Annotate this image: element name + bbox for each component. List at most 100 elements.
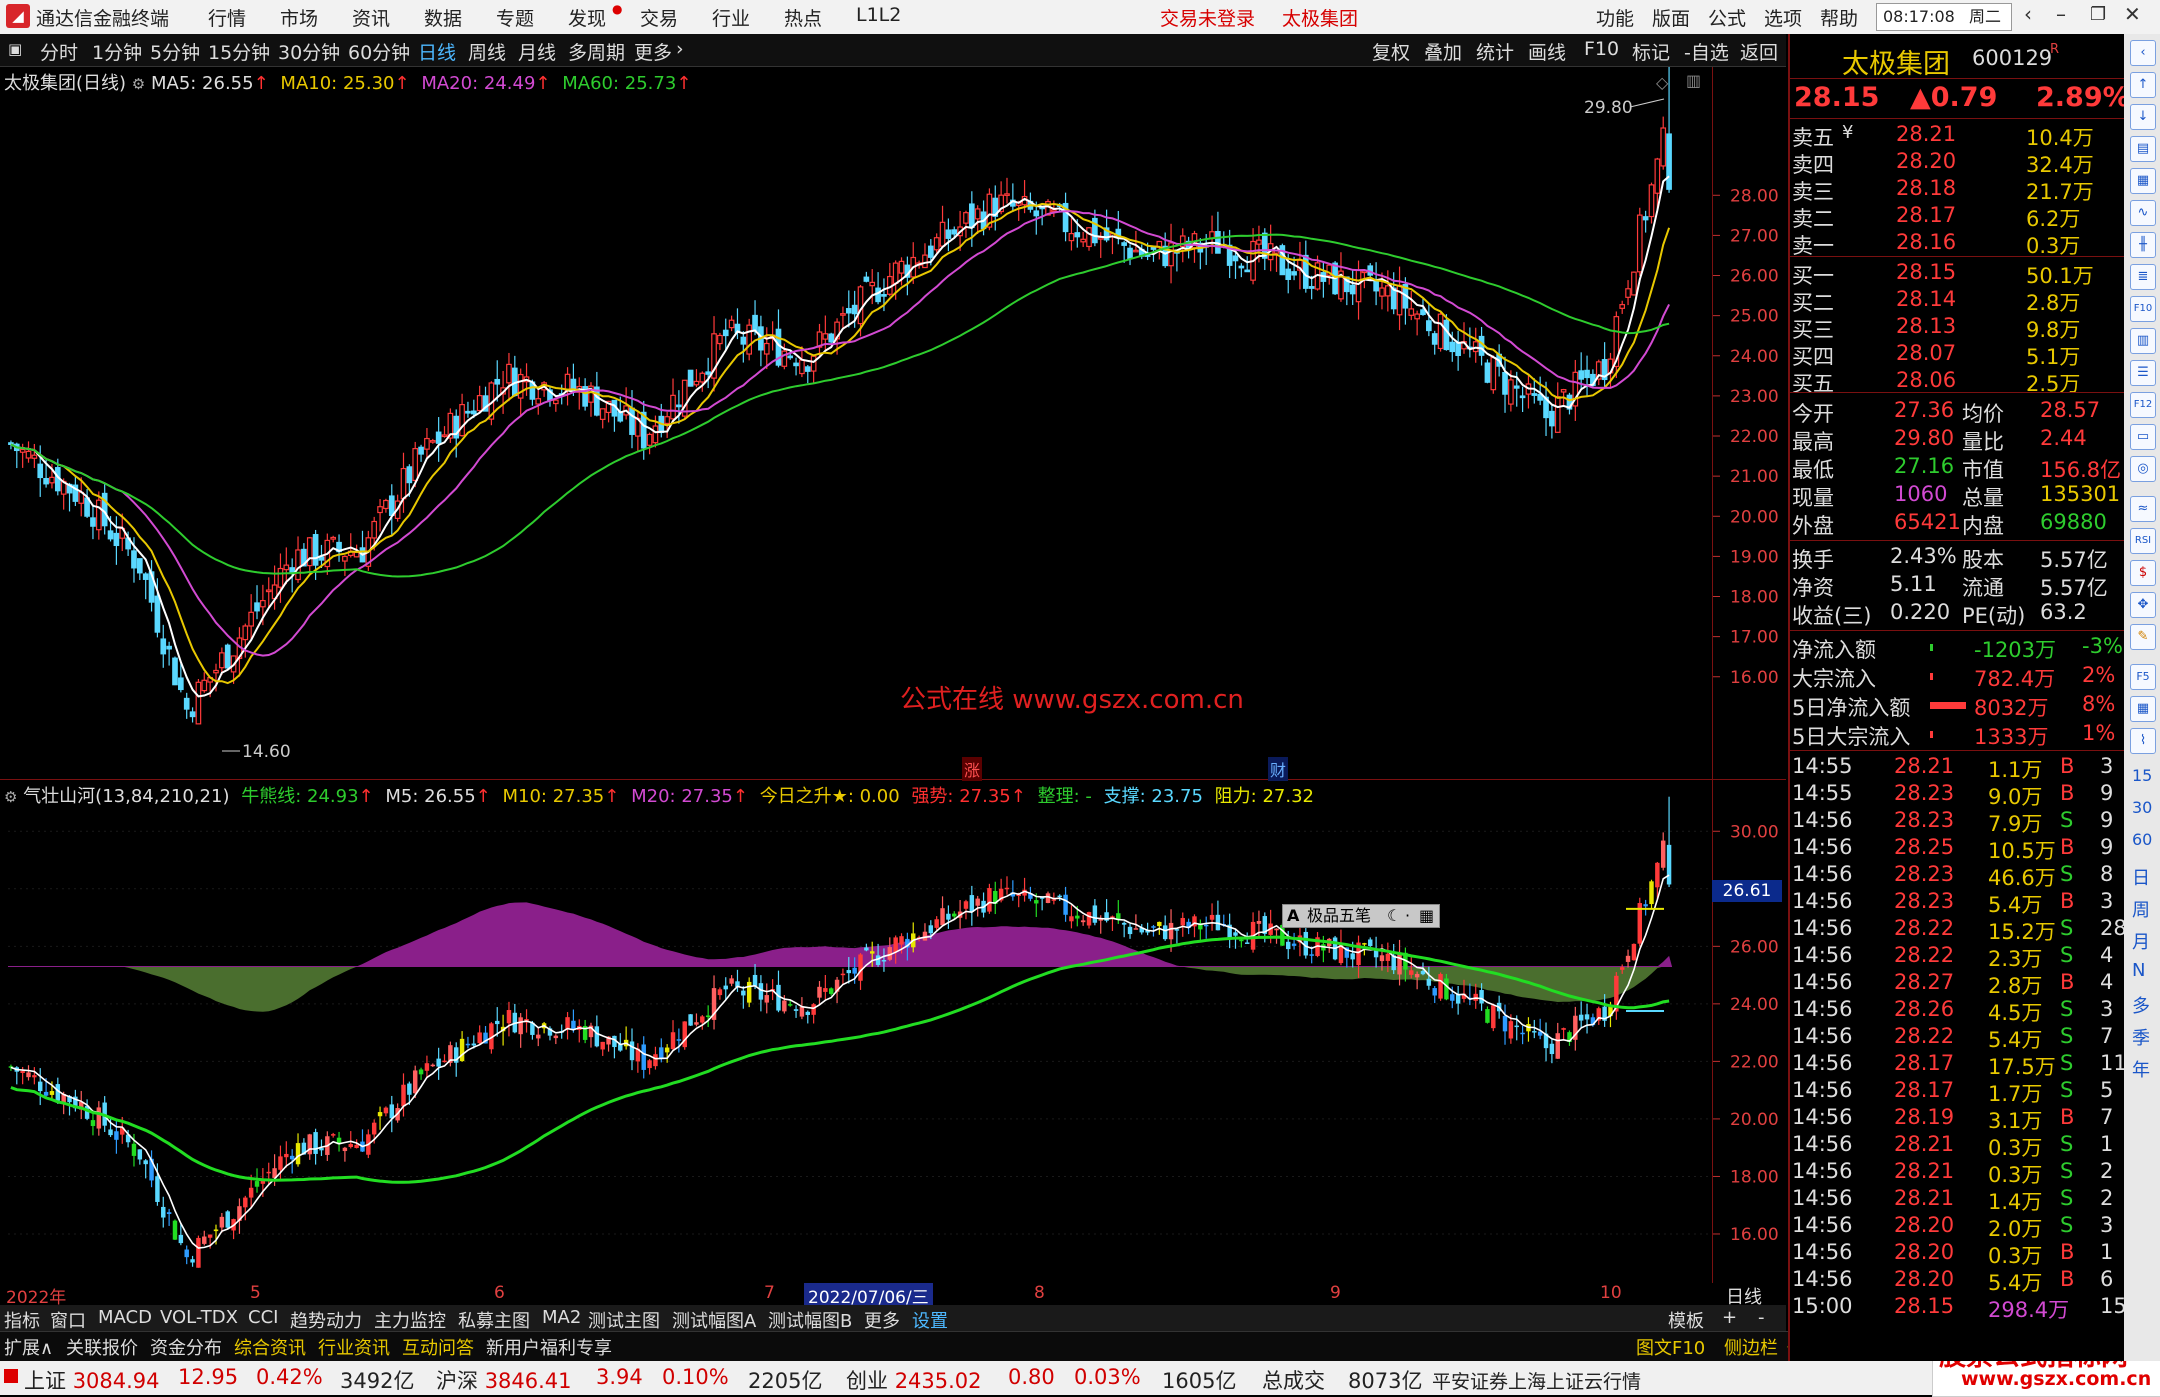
bid-row[interactable]: 买三 28.13 9.8万 [1790,314,2126,342]
line-chart-icon[interactable]: ∿ [2130,200,2156,226]
table-icon[interactable]: ▦ [2130,168,2156,194]
menu-shichang[interactable]: 市场 [280,4,318,31]
circle-icon[interactable]: ◎ [2130,456,2156,482]
tab-simu[interactable]: 私募主图 [458,1307,530,1333]
tab-f10[interactable]: 图文F10 [1636,1334,1705,1360]
ask-row[interactable]: 卖二 28.17 6.2万 [1790,203,2126,231]
period-15min[interactable]: 15分钟 [208,38,270,65]
tab-newuser[interactable]: 新用户福利专享 [486,1334,612,1360]
tab-chuangkou[interactable]: 窗口 [50,1307,86,1333]
tick-row[interactable]: 14:56 28.22 2.3万 S 4 [1790,943,2126,971]
down-arrow-icon[interactable]: ↓ [2130,104,2156,130]
menu-jiaoyi[interactable]: 交易 [640,4,678,31]
ime-moon-icon[interactable]: ☾ [1387,905,1401,927]
tab-zonghe[interactable]: 综合资讯 [234,1334,306,1360]
dollar-icon[interactable]: $ [2130,560,2156,586]
bid-row[interactable]: 买一 28.15 50.1万 [1790,260,2126,288]
btn-fanhui[interactable]: 返回 [1740,38,1778,65]
tick-row[interactable]: 14:56 28.19 3.1万 B 7 [1790,1105,2126,1133]
flow-row[interactable]: 净流入额 -1203万 -3% [1790,634,2126,662]
strip-yue[interactable]: 月 [2132,928,2150,954]
tick-row[interactable]: 14:56 28.21 0.3万 S 2 [1790,1159,2126,1187]
menu-redian[interactable]: 热点 [784,4,822,31]
pencil-icon[interactable]: ✎ [2130,624,2156,650]
tab-ceshi-main[interactable]: 测试主图 [588,1307,660,1333]
strip-15[interactable]: 15 [2132,766,2152,785]
wave-icon[interactable]: ≈ [2130,496,2156,522]
tab-zhuli[interactable]: 主力监控 [374,1307,446,1333]
period-5min[interactable]: 5分钟 [150,38,200,65]
tab-ceshi-b[interactable]: 测试幅图B [768,1307,852,1333]
tick-row[interactable]: 14:56 28.23 7.9万 S 9 [1790,808,2126,836]
tick-row[interactable]: 14:55 28.23 9.0万 B 9 [1790,781,2126,809]
btn-huaxian[interactable]: 画线 [1528,38,1566,65]
trade-status[interactable]: 交易未登录 [1160,4,1255,31]
menu-banmian[interactable]: 版面 [1652,4,1690,31]
period-more[interactable]: 更多 [634,38,672,65]
close-icon[interactable]: ✕ [2124,2,2141,26]
f10-icon[interactable]: F10 [2130,296,2156,322]
stat-row[interactable]: 换手 2.43% 股本 5.57亿 [1790,544,2126,572]
tick-row[interactable]: 14:56 28.22 5.4万 S 7 [1790,1024,2126,1052]
tick-row[interactable]: 14:56 28.21 0.3万 S 1 [1790,1132,2126,1160]
stat-row[interactable]: 最高 29.80 量比 2.44 [1790,426,2126,454]
grid-icon[interactable]: ▥ [2130,328,2156,354]
period-1min[interactable]: 1分钟 [92,38,142,65]
tab-ceshi-a[interactable]: 测试幅图A [672,1307,756,1333]
menu-bangzhu[interactable]: 帮助 [1820,4,1858,31]
tick-row[interactable]: 14:56 28.17 17.5万 S 11 [1790,1051,2127,1079]
tab-hangye[interactable]: 行业资讯 [318,1334,390,1360]
bid-row[interactable]: 买五 28.06 2.5万 [1790,368,2126,396]
tab-remove[interactable]: - [1758,1307,1765,1328]
stat-row[interactable]: 现量 1060 总量 135301 [1790,482,2126,510]
tick-row[interactable]: 14:56 28.23 46.6万 S 8 [1790,862,2126,890]
tab-kuozhan[interactable]: 扩展∧ [4,1334,53,1360]
tab-more[interactable]: 更多 [864,1307,900,1333]
period-weekly[interactable]: 周线 [468,38,506,65]
period-fenshi[interactable]: 分时 [40,38,78,65]
event-cai-marker[interactable]: 财 [1268,757,1289,781]
menu-zhuanti[interactable]: 专题 [496,4,534,31]
tab-cci[interactable]: CCI [248,1307,278,1328]
btn-tongji[interactable]: 统计 [1476,38,1514,65]
kline-icon[interactable]: ╫ [2130,232,2156,258]
tick-row[interactable]: 14:56 28.25 10.5万 B 9 [1790,835,2126,863]
strip-60[interactable]: 60 [2132,830,2152,849]
tick-row[interactable]: 14:56 28.27 2.8万 B 4 [1790,970,2126,998]
f12-icon[interactable]: F12 [2130,392,2156,418]
candlestick-chart[interactable]: 28.00 27.00 26.00 25.00 24.00 23.00 22.00 21.00… [0,67,1786,779]
btn-diejia[interactable]: 叠加 [1424,38,1462,65]
chevron-right-icon[interactable]: › [676,38,684,60]
strip-30[interactable]: 30 [2132,798,2152,817]
flow-row[interactable]: 5日大宗流入 1333万 1% [1790,721,2126,749]
tab-settings[interactable]: 设置 [912,1307,948,1333]
strip-n[interactable]: N [2132,960,2145,981]
doc-icon[interactable]: ▭ [2130,424,2156,450]
period-30min[interactable]: 30分钟 [278,38,340,65]
toggle-panel-icon[interactable]: ▣ [8,40,22,58]
tab-guanlian[interactable]: 关联报价 [66,1334,138,1360]
stat-row[interactable]: 收益(三) 0.220 PE(动) 63.2 [1790,600,2126,628]
minute-chart-icon[interactable]: ⌇ [2130,728,2156,754]
bid-row[interactable]: 买二 28.14 2.8万 [1790,287,2126,315]
tick-row[interactable]: 14:56 28.20 2.0万 S 3 [1790,1213,2126,1241]
tick-row[interactable]: 14:56 28.23 5.4万 B 3 [1790,889,2126,917]
period-multi[interactable]: 多周期 [568,38,625,65]
ime-toolbar[interactable]: A 极品五笔 ☾ · ▦ [1282,904,1440,928]
menu-gongshi[interactable]: 公式 [1708,4,1746,31]
tab-vol[interactable]: VOL-TDX [160,1307,238,1328]
tab-zhibiao[interactable]: 指标 [4,1307,40,1333]
btn-f10[interactable]: F10 [1584,38,1619,60]
ask-row[interactable]: 卖一 28.16 0.3万 [1790,230,2126,258]
broker-label[interactable]: 平安证券上海上证云行情 [1432,1367,1641,1394]
tick-row[interactable]: 14:56 28.17 1.7万 S 5 [1790,1078,2126,1106]
strip-nian[interactable]: 年 [2132,1056,2150,1082]
menu-hangye[interactable]: 行业 [712,4,750,31]
tab-template[interactable]: 模板 [1668,1307,1704,1333]
up-arrow-icon[interactable]: ↑ [2130,72,2156,98]
stock-list-icon[interactable]: ▤ [2130,136,2156,162]
menu-l1l2[interactable]: L1L2 [856,4,901,26]
menu-zixun[interactable]: 资讯 [352,4,390,31]
strip-ji[interactable]: 季 [2132,1024,2150,1050]
flow-row[interactable]: 大宗流入 782.4万 2% [1790,663,2126,691]
